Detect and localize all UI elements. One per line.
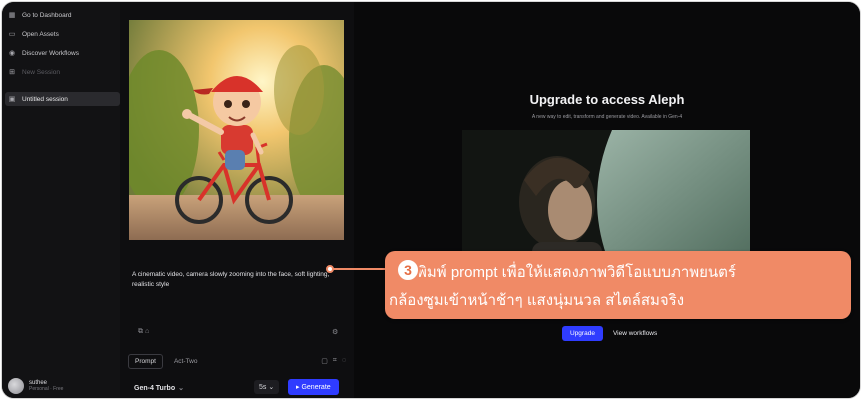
callout-connector	[330, 268, 388, 270]
preview-video[interactable]	[462, 130, 750, 270]
style-icon[interactable]: ◌	[342, 357, 346, 365]
discover-icon: ◉	[8, 50, 16, 57]
prompt-input[interactable]: A cinematic video, camera slowly zooming…	[132, 270, 342, 290]
mode-tabs: Prompt Act-Two	[128, 354, 204, 369]
upgrade-button[interactable]: Upgrade	[562, 326, 603, 341]
generation-panel: A cinematic video, camera slowly zooming…	[120, 2, 354, 398]
page-subtitle: A new way to edit, transform and generat…	[531, 114, 683, 120]
image-icon[interactable]: ⧉ ⌂	[138, 328, 149, 336]
sidebar: ▦ Go to Dashboard ▭ Open Assets ◉ Discov…	[2, 2, 121, 398]
instruction-callout: พิมพ์ prompt เพื่อให้แสดงภาพวิดีโอแบบภาพ…	[385, 251, 851, 319]
generated-image[interactable]	[129, 20, 344, 240]
settings-icon[interactable]: ⚙	[332, 328, 338, 336]
generate-bar: Gen-4 Turbo ⌄ 5s ⌄ ▸ Generate	[120, 374, 354, 396]
video-icon: ▸	[296, 384, 300, 391]
tab-prompt[interactable]: Prompt	[128, 354, 163, 369]
callout-line-2: กล้องซูมเข้าหน้าช้าๆ แสงนุ่มนวล สไตล์สมจ…	[389, 292, 685, 309]
generate-button[interactable]: ▸ Generate	[288, 379, 339, 395]
page-title: Upgrade to access Aleph	[529, 92, 685, 107]
avatar	[8, 378, 24, 394]
sidebar-item-label: Go to Dashboard	[22, 11, 72, 19]
tab-act-two[interactable]: Act-Two	[167, 354, 204, 369]
chevron-down-icon: ⌄	[178, 385, 184, 392]
callout-line-1: พิมพ์ prompt เพื่อให้แสดงภาพวิดีโอแบบภาพ…	[417, 264, 736, 281]
new-session-icon: ⊞	[9, 69, 15, 76]
app-window: ▦ Go to Dashboard ▭ Open Assets ◉ Discov…	[2, 2, 860, 398]
view-workflows-link[interactable]: View workflows	[613, 330, 657, 337]
callout-pointer-dot	[326, 265, 334, 273]
sidebar-item-workflows[interactable]: ◉ Discover Workflows	[8, 46, 114, 60]
sidebar-item-label: Open Assets	[22, 30, 59, 38]
user-plan: Personal · Free	[29, 386, 64, 392]
session-icon: ▣	[8, 96, 16, 103]
cta-row: Upgrade View workflows	[562, 326, 657, 341]
sidebar-item-label: Discover Workflows	[22, 49, 79, 57]
aspect-ratio-icon[interactable]: ▢	[321, 357, 328, 365]
sidebar-item-new-session[interactable]: ⊞ New Session	[8, 65, 114, 79]
main-area: Upgrade to access Aleph A new way to edi…	[354, 2, 860, 398]
dashboard-icon: ▦	[8, 12, 16, 19]
generate-label: Generate	[301, 384, 331, 391]
step-number-badge: 3	[396, 258, 420, 282]
camera-icon[interactable]: ⌗	[333, 357, 337, 365]
model-select[interactable]: Gen-4 Turbo ⌄	[134, 384, 184, 392]
sidebar-item-label: Untitled session	[22, 95, 68, 103]
sidebar-item-label: New Session	[22, 68, 60, 76]
model-label: Gen-4 Turbo	[134, 385, 176, 392]
sidebar-item-assets[interactable]: ▭ Open Assets	[8, 27, 114, 41]
option-icons: ▢ ⌗ ◌	[321, 357, 346, 365]
sidebar-item-untitled-session[interactable]: ▣ Untitled session	[5, 92, 120, 106]
user-menu[interactable]: suthee Personal · Free	[8, 378, 63, 394]
folder-icon: ▭	[8, 31, 16, 38]
sidebar-item-dashboard[interactable]: ▦ Go to Dashboard	[8, 8, 114, 22]
duration-select[interactable]: 5s ⌄	[254, 380, 280, 394]
duration-label: 5s	[259, 384, 267, 391]
